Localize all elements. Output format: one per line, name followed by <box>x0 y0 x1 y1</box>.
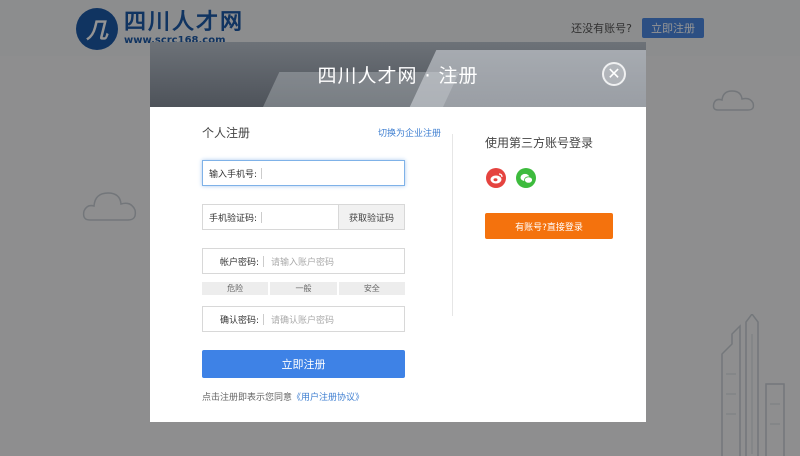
modal-header: 四川人才网 · 注册 ✕ <box>150 42 646 107</box>
field-separator <box>261 167 263 179</box>
sms-code-field[interactable]: 手机验证码: 获取验证码 <box>202 204 405 230</box>
agreement-text: 点击注册即表示您同意《用户注册协议》 <box>202 390 364 403</box>
section-title: 个人注册 <box>202 126 251 140</box>
phone-field[interactable]: 输入手机号: <box>202 160 405 186</box>
direct-login-button[interactable]: 有账号?直接登录 <box>485 213 613 239</box>
password-strength-bar: 危险 一般 安全 <box>202 282 405 295</box>
register-modal: 四川人才网 · 注册 ✕ 个人注册 切换为企业注册 输入手机号: 手机验证码: … <box>150 42 646 422</box>
wechat-icon[interactable] <box>516 168 536 188</box>
third-party-title: 使用第三方账号登录 <box>485 136 594 150</box>
close-icon[interactable]: ✕ <box>602 62 626 86</box>
field-separator <box>263 255 264 267</box>
agreement-prefix: 点击注册即表示您同意 <box>202 393 293 403</box>
modal-title: 四川人才网 · 注册 <box>317 65 479 87</box>
confirm-password-label: 确认密码: <box>219 315 259 326</box>
password-label: 帐户密码: <box>219 257 259 268</box>
strength-strong: 安全 <box>338 282 405 295</box>
strength-weak: 危险 <box>202 282 269 295</box>
strength-medium: 一般 <box>270 282 337 295</box>
password-field[interactable]: 帐户密码: 请输入账户密码 <box>202 248 405 274</box>
phone-label: 输入手机号: <box>209 169 258 180</box>
user-agreement-link[interactable]: 《用户注册协议》 <box>292 393 364 403</box>
switch-enterprise-link[interactable]: 切换为企业注册 <box>378 126 441 139</box>
field-separator <box>263 313 264 325</box>
submit-register-button[interactable]: 立即注册 <box>202 350 405 378</box>
confirm-password-field[interactable]: 确认密码: 请确认账户密码 <box>202 306 405 332</box>
confirm-password-placeholder: 请确认账户密码 <box>271 315 335 326</box>
password-placeholder: 请输入账户密码 <box>271 257 335 268</box>
sms-code-label: 手机验证码: <box>209 213 258 224</box>
get-code-button[interactable]: 获取验证码 <box>338 205 404 229</box>
field-separator <box>261 211 263 223</box>
weibo-icon[interactable] <box>486 168 506 188</box>
vertical-divider <box>452 134 453 316</box>
